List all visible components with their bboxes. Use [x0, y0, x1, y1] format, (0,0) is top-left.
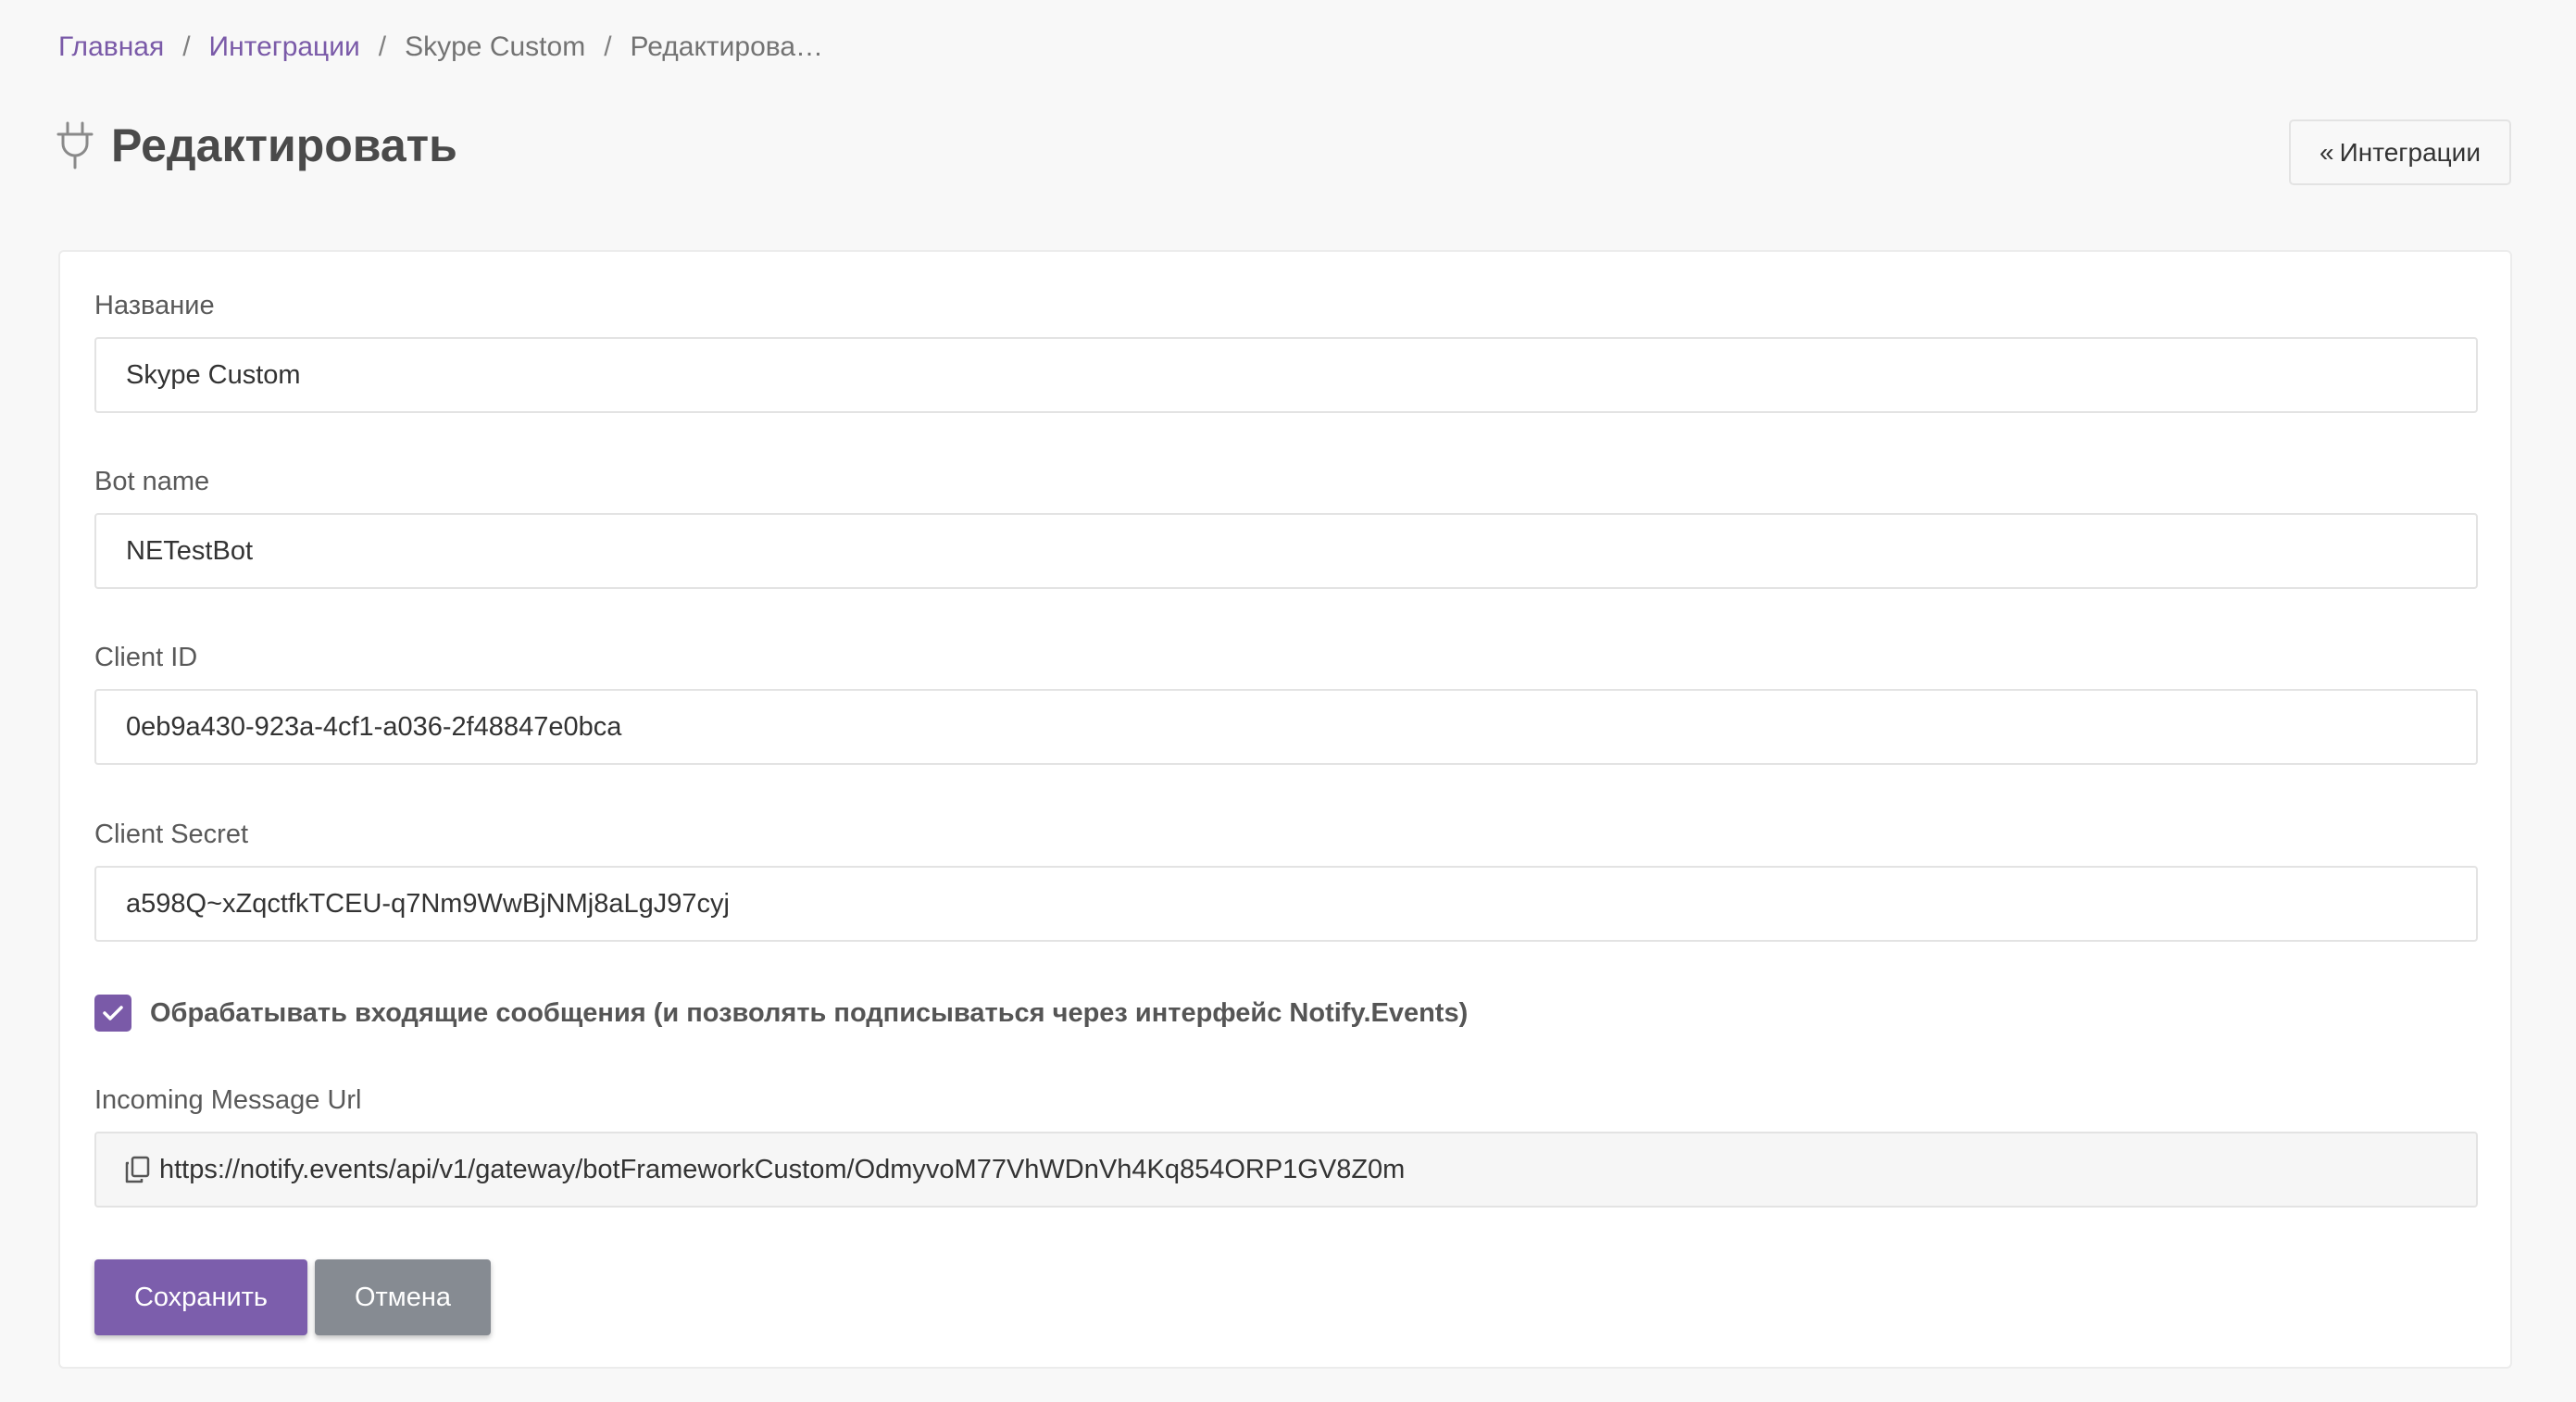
- page-title: Редактировать: [111, 119, 457, 171]
- breadcrumb-separator: /: [378, 31, 387, 62]
- breadcrumb-separator: /: [182, 31, 191, 62]
- client-secret-label: Client Secret: [94, 820, 249, 849]
- process-incoming-checkbox[interactable]: [94, 995, 131, 1032]
- incoming-url-value: https://notify.events/api/v1/gateway/bot…: [159, 1154, 1406, 1184]
- bot-name-input[interactable]: [94, 513, 2478, 589]
- double-chevron-left-icon: «: [2320, 137, 2334, 167]
- bot-name-label: Bot name: [94, 467, 210, 496]
- back-button-label: Интеграции: [2339, 137, 2481, 167]
- client-secret-input[interactable]: [94, 866, 2478, 942]
- client-id-label: Client ID: [94, 643, 198, 672]
- name-label: Название: [94, 291, 215, 320]
- process-incoming-label: Обрабатывать входящие сообщения (и позво…: [150, 997, 1469, 1028]
- checkmark-icon: [103, 1006, 123, 1020]
- incoming-url-field[interactable]: https://notify.events/api/v1/gateway/bot…: [94, 1132, 2478, 1208]
- breadcrumb: Главная / Интеграции / Skype Custom / Ре…: [58, 31, 823, 63]
- back-to-integrations-button[interactable]: « Интеграции: [2289, 119, 2511, 185]
- page-header: Редактировать: [56, 119, 457, 172]
- cancel-button[interactable]: Отмена: [315, 1259, 491, 1335]
- incoming-url-label: Incoming Message Url: [94, 1085, 362, 1115]
- breadcrumb-home-link[interactable]: Главная: [58, 31, 164, 63]
- copy-icon[interactable]: [124, 1156, 150, 1183]
- integration-edit-form: Название Bot name Client ID Client Secre…: [58, 250, 2512, 1369]
- breadcrumb-separator: /: [604, 31, 612, 62]
- breadcrumb-integrations-link[interactable]: Интеграции: [209, 31, 360, 63]
- name-input[interactable]: [94, 337, 2478, 413]
- client-id-input[interactable]: [94, 689, 2478, 765]
- plug-icon: [56, 121, 94, 169]
- breadcrumb-current: Редактирова…: [630, 31, 824, 62]
- breadcrumb-integration-name: Skype Custom: [405, 31, 586, 62]
- process-incoming-toggle[interactable]: Обрабатывать входящие сообщения (и позво…: [94, 995, 1468, 1032]
- save-button[interactable]: Сохранить: [94, 1259, 307, 1335]
